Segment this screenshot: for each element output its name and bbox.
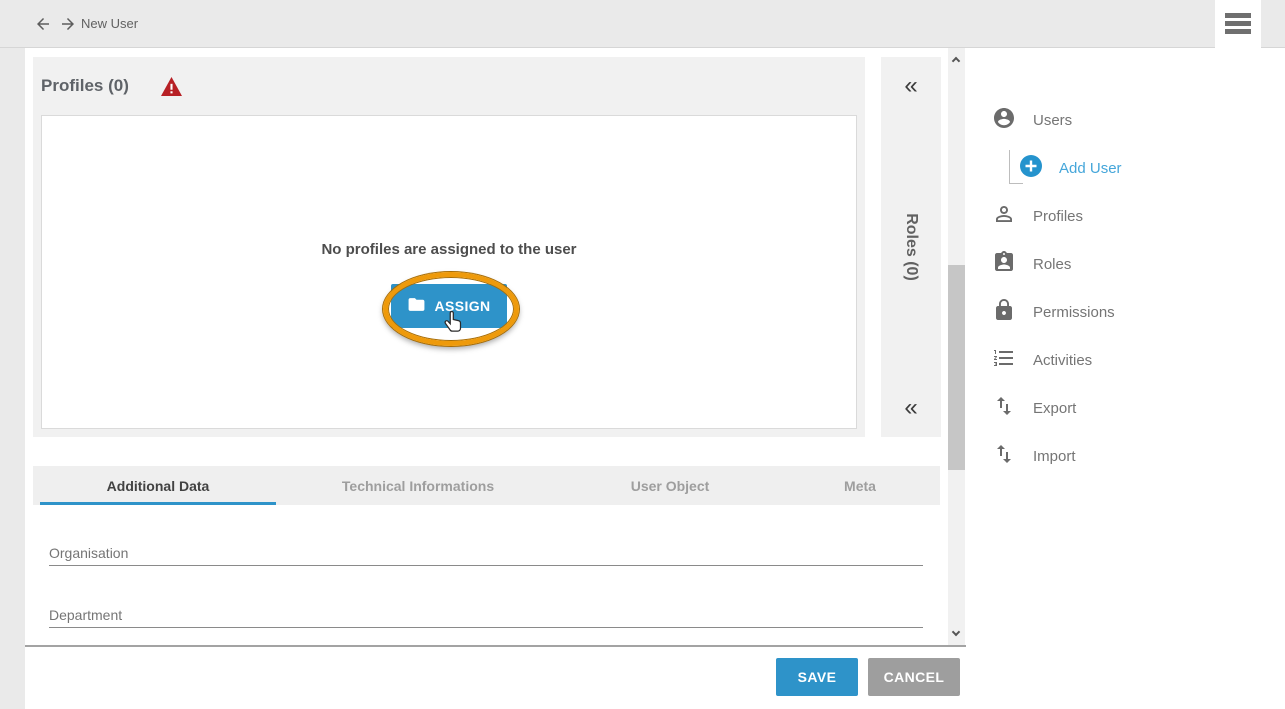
folder-icon	[407, 295, 426, 317]
left-gutter	[0, 48, 25, 709]
profiles-empty-area: No profiles are assigned to the user ASS…	[41, 115, 857, 429]
add-circle-icon	[1020, 155, 1042, 182]
top-bar: New User	[0, 0, 1285, 48]
tab-meta[interactable]: Meta	[780, 466, 940, 505]
additional-data-form	[33, 505, 940, 645]
sidebar-item-roles[interactable]: Roles	[992, 248, 1071, 280]
empty-state-message: No profiles are assigned to the user	[42, 241, 856, 258]
sidebar-item-permissions[interactable]: Permissions	[992, 296, 1115, 328]
import-export-icon	[992, 442, 1016, 471]
hamburger-icon	[1225, 13, 1251, 18]
account-circle-icon	[992, 106, 1016, 135]
content-divider	[25, 645, 966, 647]
vertical-scrollbar[interactable]	[948, 48, 965, 646]
department-field[interactable]	[49, 591, 923, 628]
badge-icon	[992, 250, 1016, 279]
sidebar-item-label: Profiles	[1033, 208, 1083, 225]
sidebar-item-add-user[interactable]: Add User	[1020, 152, 1122, 184]
tab-user-object[interactable]: User Object	[560, 466, 780, 505]
page-title: New User	[81, 0, 138, 48]
sidebar-item-label: Activities	[1033, 352, 1092, 369]
sidebar-item-profiles[interactable]: Profiles	[992, 200, 1083, 232]
sidebar-menu: Users Add User Profiles Roles Perm	[966, 48, 1285, 709]
person-outline-icon	[992, 202, 1016, 231]
organisation-input[interactable]	[49, 545, 923, 561]
tab-technical-informations[interactable]: Technical Informations	[276, 466, 560, 505]
collapse-chevrons-icon[interactable]: «	[881, 74, 941, 98]
scrollbar-thumb[interactable]	[948, 265, 965, 470]
back-icon[interactable]	[34, 15, 52, 33]
tab-bar: Additional Data Technical Informations U…	[33, 466, 940, 505]
roles-panel-collapsed: « Roles (0) «	[881, 57, 941, 437]
app-window: New User Profiles (0) No profiles are as…	[0, 0, 1285, 709]
scroll-down-icon[interactable]	[952, 629, 961, 638]
department-input[interactable]	[49, 607, 923, 623]
save-button[interactable]: SAVE	[776, 658, 858, 696]
hamburger-menu-button[interactable]	[1215, 0, 1261, 48]
profiles-panel: Profiles (0) No profiles are assigned to…	[33, 57, 865, 437]
organisation-field[interactable]	[49, 529, 923, 566]
warning-icon	[160, 76, 183, 97]
sidebar-item-label: Permissions	[1033, 304, 1115, 321]
sidebar-item-users[interactable]: Users	[992, 104, 1072, 136]
forward-icon[interactable]	[59, 15, 77, 33]
sidebar-item-label: Add User	[1059, 160, 1122, 177]
sidebar-item-export[interactable]: Export	[992, 392, 1076, 424]
cancel-button[interactable]: CANCEL	[868, 658, 960, 696]
roles-panel-title: Roles (0)	[902, 213, 920, 281]
assign-button[interactable]: ASSIGN	[391, 284, 507, 328]
sidebar-item-label: Export	[1033, 400, 1076, 417]
tab-additional-data[interactable]: Additional Data	[40, 466, 276, 505]
scroll-up-icon[interactable]	[952, 56, 961, 65]
sidebar-item-activities[interactable]: Activities	[992, 344, 1092, 376]
collapse-chevrons-icon[interactable]: «	[881, 396, 941, 420]
import-export-icon	[992, 394, 1016, 423]
sidebar-item-import[interactable]: Import	[992, 440, 1076, 472]
numbered-list-icon	[992, 346, 1016, 375]
lock-icon	[992, 298, 1016, 327]
sidebar-item-label: Roles	[1033, 256, 1071, 273]
sidebar-item-label: Users	[1033, 112, 1072, 129]
sidebar-item-label: Import	[1033, 448, 1076, 465]
profiles-panel-title: Profiles (0)	[41, 57, 129, 115]
assign-button-label: ASSIGN	[434, 298, 490, 314]
